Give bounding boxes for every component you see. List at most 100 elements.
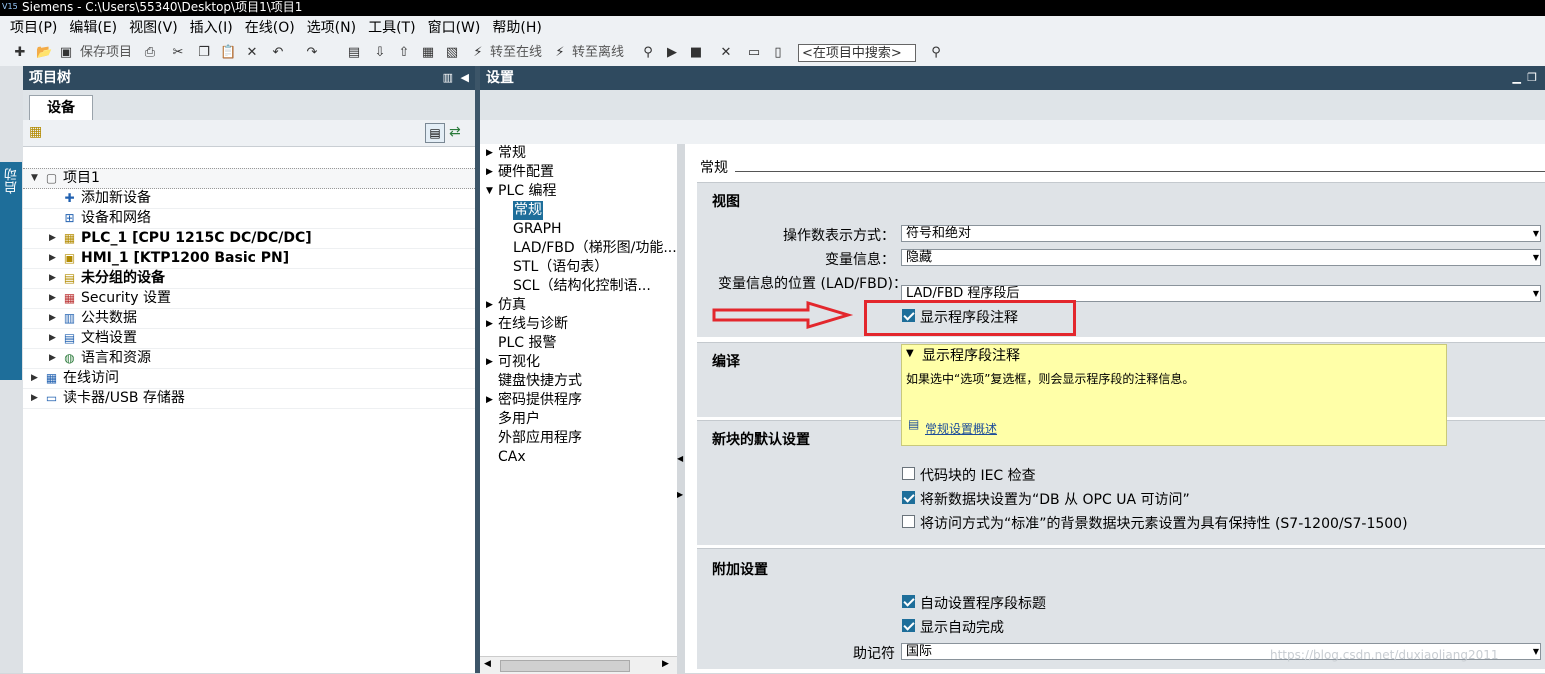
menu-window[interactable]: 窗口(W) bbox=[422, 16, 487, 40]
restore-icon[interactable]: ❐ bbox=[1527, 66, 1537, 90]
settings-nav-item[interactable]: GRAPH bbox=[480, 220, 677, 239]
opc-ua-access-checkbox[interactable] bbox=[902, 491, 915, 504]
new-group-icon[interactable]: ▦ bbox=[29, 124, 42, 140]
settings-nav-item[interactable]: 多用户 bbox=[480, 410, 677, 429]
tree-row[interactable]: ▶ ▦ Security 设置 bbox=[23, 289, 475, 309]
tree-row[interactable]: ▶ ▭ 读卡器/USB 存储器 bbox=[23, 389, 475, 409]
expand-arrow-icon[interactable]: ▶ bbox=[31, 389, 41, 408]
settings-nav-item[interactable]: CAx bbox=[480, 448, 677, 467]
settings-nav-item[interactable]: 键盘快捷方式 bbox=[480, 372, 677, 391]
cross-reference-icon[interactable]: ✕ bbox=[718, 45, 734, 61]
expand-arrow-icon[interactable]: ▶ bbox=[486, 144, 493, 163]
settings-nav-item[interactable]: ▶ 密码提供程序 bbox=[480, 391, 677, 410]
split-vertical-icon[interactable]: ▯ bbox=[770, 45, 786, 61]
iec-check-checkbox[interactable] bbox=[902, 467, 915, 480]
go-offline-button[interactable]: 转至离线 bbox=[572, 44, 624, 62]
menu-tools[interactable]: 工具(T) bbox=[362, 16, 421, 40]
expand-arrow-icon[interactable]: ▶ bbox=[486, 296, 493, 315]
expand-arrow-icon[interactable]: ▶ bbox=[49, 229, 59, 248]
tree-row[interactable]: ▶ ▣ HMI_1 [KTP1200 Basic PN] bbox=[23, 249, 475, 269]
save-icon[interactable]: ▣ bbox=[58, 45, 74, 61]
settings-nav-item[interactable]: ▼ PLC 编程 bbox=[480, 182, 677, 201]
save-project-button[interactable]: 保存项目 bbox=[80, 44, 132, 62]
stop-cpu-icon[interactable]: ■ bbox=[688, 45, 704, 61]
collapse-nav-icon[interactable]: ◀ bbox=[677, 454, 683, 463]
settings-nav-item[interactable]: 外部应用程序 bbox=[480, 429, 677, 448]
menu-help[interactable]: 帮助(H) bbox=[486, 16, 547, 40]
menu-options[interactable]: 选项(N) bbox=[301, 16, 362, 40]
settings-nav-item[interactable]: SCL（结构化控制语... bbox=[480, 277, 677, 296]
go-offline-icon[interactable]: ⚡ bbox=[552, 45, 568, 61]
settings-nav-item[interactable]: ▶ 在线与诊断 bbox=[480, 315, 677, 334]
tree-row[interactable]: ▼ ▢ 项目1 bbox=[23, 168, 475, 189]
expand-arrow-icon[interactable]: ▶ bbox=[486, 315, 493, 334]
expand-arrow-icon[interactable]: ▶ bbox=[49, 249, 59, 268]
auto-title-checkbox[interactable] bbox=[902, 595, 915, 608]
settings-nav-item[interactable]: STL（语句表） bbox=[480, 258, 677, 277]
tab-devices[interactable]: 设备 bbox=[29, 95, 93, 121]
tree-row[interactable]: ⊞ 设备和网络 bbox=[23, 209, 475, 229]
start-cpu-icon[interactable]: ▶ bbox=[664, 45, 680, 61]
expand-arrow-icon[interactable]: ▶ bbox=[486, 163, 493, 182]
expand-arrow-icon[interactable]: ▶ bbox=[486, 391, 493, 410]
expand-arrow-icon[interactable]: ▶ bbox=[49, 329, 59, 348]
tree-row[interactable]: ▶ ▦ 在线访问 bbox=[23, 369, 475, 389]
settings-nav-item[interactable]: PLC 报警 bbox=[480, 334, 677, 353]
tree-row[interactable]: ✚ 添加新设备 bbox=[23, 189, 475, 209]
collapse-triangle-icon[interactable]: ▼ bbox=[906, 348, 914, 359]
minimize-icon[interactable]: ▁ bbox=[1513, 66, 1521, 90]
cut-icon[interactable]: ✂ bbox=[170, 45, 186, 61]
paste-icon[interactable]: 📋 bbox=[220, 45, 236, 61]
split-horizontal-icon[interactable]: ▭ bbox=[746, 45, 762, 61]
settings-nav-item[interactable]: ▶ 可视化 bbox=[480, 353, 677, 372]
search-go-icon[interactable]: ⚲ bbox=[928, 45, 944, 61]
settings-nav-item[interactable]: ▶ 硬件配置 bbox=[480, 163, 677, 182]
autocomplete-checkbox[interactable] bbox=[902, 619, 915, 632]
tree-row[interactable]: ▶ ▦ PLC_1 [CPU 1215C DC/DC/DC] bbox=[23, 229, 475, 249]
expand-arrow-icon[interactable]: ▶ bbox=[49, 289, 59, 308]
tree-row[interactable]: ▶ ▤ 未分组的设备 bbox=[23, 269, 475, 289]
menu-view[interactable]: 视图(V) bbox=[123, 16, 184, 40]
print-icon[interactable]: ⎙ bbox=[142, 45, 158, 61]
settings-nav-item[interactable]: 常规 bbox=[480, 201, 677, 220]
copy-icon[interactable]: ❐ bbox=[196, 45, 212, 61]
expand-arrow-icon[interactable]: ▶ bbox=[49, 349, 59, 368]
menu-online[interactable]: 在线(O) bbox=[239, 16, 301, 40]
tree-row[interactable]: ▶ ◍ 语言和资源 bbox=[23, 349, 475, 369]
menu-insert[interactable]: 插入(I) bbox=[184, 16, 239, 40]
accessible-devices-icon[interactable]: ⚲ bbox=[640, 45, 656, 61]
expand-arrow-icon[interactable]: ▶ bbox=[31, 369, 41, 388]
menu-edit[interactable]: 编辑(E) bbox=[63, 16, 123, 40]
overview-link[interactable]: 常规设置概述 bbox=[925, 420, 997, 437]
operand-select[interactable]: 符号和绝对 ▼ bbox=[901, 225, 1541, 242]
download-icon[interactable]: ⇩ bbox=[372, 45, 388, 61]
sync-icon[interactable]: ⇄ bbox=[449, 124, 461, 140]
collapse-arrow-icon[interactable]: ▼ bbox=[486, 182, 493, 201]
expand-arrow-icon[interactable]: ▶ bbox=[486, 353, 493, 372]
tree-row[interactable]: ▶ ▤ 文档设置 bbox=[23, 329, 475, 349]
expand-arrow-icon[interactable]: ▶ bbox=[49, 309, 59, 328]
redo-icon[interactable]: ↷ bbox=[304, 45, 320, 61]
go-online-icon[interactable]: ⚡ bbox=[470, 45, 486, 61]
project-search-input[interactable]: <在项目中搜索> bbox=[798, 44, 916, 62]
settings-nav-item[interactable]: ▶ 常规 bbox=[480, 144, 677, 163]
collapse-arrow-icon[interactable]: ▼ bbox=[31, 169, 41, 188]
delete-icon[interactable]: ✕ bbox=[244, 45, 260, 61]
nav-splitter[interactable]: ◀ ▶ bbox=[677, 144, 685, 673]
collapse-left-icon[interactable]: ◀ bbox=[461, 66, 469, 90]
expand-nav-icon[interactable]: ▶ bbox=[677, 490, 683, 499]
taginfo-select[interactable]: 隐藏 ▼ bbox=[901, 249, 1541, 266]
overview-view-icon[interactable]: ▤ bbox=[425, 123, 445, 143]
settings-nav-item[interactable]: LAD/FBD（梯形图/功能... bbox=[480, 239, 677, 258]
scroll-left-icon[interactable]: ◀ bbox=[484, 659, 491, 669]
menu-project[interactable]: 项目(P) bbox=[0, 16, 63, 40]
upload-icon[interactable]: ⇧ bbox=[396, 45, 412, 61]
open-project-icon[interactable]: 📂 bbox=[36, 45, 52, 61]
device-icon[interactable]: ▧ bbox=[444, 45, 460, 61]
compile-icon[interactable]: ▤ bbox=[346, 45, 362, 61]
pin-icon[interactable]: ▥ bbox=[443, 66, 453, 90]
scroll-thumb[interactable] bbox=[500, 660, 630, 672]
settings-nav-item[interactable]: ▶ 仿真 bbox=[480, 296, 677, 315]
nav-horizontal-scrollbar[interactable]: ◀ ▶ bbox=[480, 656, 677, 674]
start-tab[interactable]: 启动 bbox=[0, 162, 22, 380]
